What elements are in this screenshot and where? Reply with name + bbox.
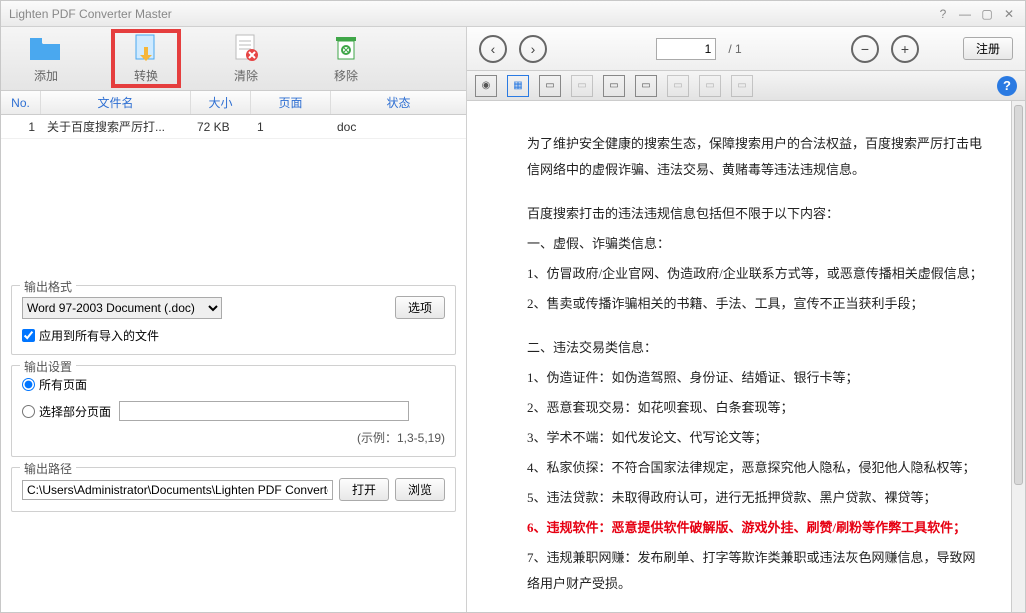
minimize-icon[interactable]: — xyxy=(957,7,973,21)
main-toolbar: 添加 转换 清除 移除 xyxy=(1,27,466,91)
help-icon[interactable]: ? xyxy=(935,7,951,21)
cell-size: 72 KB xyxy=(191,120,251,134)
preview-toolbar: ◉ ▦ ▭ ▭ ▭ ▭ ▭ ▭ ▭ ? xyxy=(467,71,1025,101)
help-button[interactable]: ? xyxy=(997,76,1017,96)
table-row[interactable]: 1 关于百度搜索严厉打... 72 KB 1 doc xyxy=(1,115,466,139)
document-preview[interactable]: 为了维护安全健康的搜索生态，保障搜索用户的合法权益，百度搜索严厉打击电信网络中的… xyxy=(467,101,1025,612)
view-mode-6-icon[interactable]: ▭ xyxy=(635,75,657,97)
output-path-box: 输出路径 打开 浏览 xyxy=(11,467,456,512)
folder-icon xyxy=(28,33,64,63)
path-input[interactable] xyxy=(22,480,333,500)
select-pages-radio[interactable]: 选择部分页面 xyxy=(22,401,445,421)
view-mode-4-icon[interactable]: ▭ xyxy=(571,75,593,97)
output-format-legend: 输出格式 xyxy=(20,278,76,295)
title-bar: Lighten PDF Converter Master ? — ▢ ✕ xyxy=(1,1,1025,27)
output-setting-legend: 输出设置 xyxy=(20,358,76,375)
col-name[interactable]: 文件名 xyxy=(41,91,191,114)
convert-button[interactable]: 转换 xyxy=(111,29,181,88)
view-mode-5-icon[interactable]: ▭ xyxy=(603,75,625,97)
page-number-input[interactable] xyxy=(656,38,716,60)
clear-icon xyxy=(228,33,264,63)
zoom-out-button[interactable]: − xyxy=(851,35,879,63)
convert-label: 转换 xyxy=(134,67,158,84)
browse-button[interactable]: 浏览 xyxy=(395,478,445,501)
left-panel: 添加 转换 清除 移除 No. 文件名 大小 页面 xyxy=(1,27,467,612)
cell-status: doc xyxy=(331,120,466,134)
add-label: 添加 xyxy=(34,67,58,84)
view-mode-9-icon[interactable]: ▭ xyxy=(731,75,753,97)
view-mode-7-icon[interactable]: ▭ xyxy=(667,75,689,97)
col-no[interactable]: No. xyxy=(1,91,41,114)
remove-button[interactable]: 移除 xyxy=(311,33,381,84)
preview-topbar: ‹ › / 1 − + 注册 xyxy=(467,27,1025,71)
col-size[interactable]: 大小 xyxy=(191,91,251,114)
file-grid-body: 1 关于百度搜索严厉打... 72 KB 1 doc xyxy=(1,115,466,275)
cell-page: 1 xyxy=(251,120,331,134)
window-title: Lighten PDF Converter Master xyxy=(9,7,929,21)
col-status[interactable]: 状态 xyxy=(331,91,466,114)
page-total-label: / 1 xyxy=(728,42,741,56)
preview-panel: ‹ › / 1 − + 注册 ◉ ▦ ▭ ▭ ▭ ▭ ▭ ▭ ▭ xyxy=(467,27,1025,612)
settings-area: 输出格式 Word 97-2003 Document (.doc) 选项 应用到… xyxy=(1,275,466,612)
apply-all-input[interactable] xyxy=(22,329,35,342)
remove-label: 移除 xyxy=(334,67,358,84)
apply-all-label: 应用到所有导入的文件 xyxy=(39,327,159,344)
view-mode-1-icon[interactable]: ◉ xyxy=(475,75,497,97)
options-button[interactable]: 选项 xyxy=(395,296,445,319)
example-label: (示例：1,3-5,19) xyxy=(22,429,445,446)
convert-icon xyxy=(128,33,164,63)
prev-page-button[interactable]: ‹ xyxy=(479,35,507,63)
file-grid-header: No. 文件名 大小 页面 状态 xyxy=(1,91,466,115)
output-format-select[interactable]: Word 97-2003 Document (.doc) xyxy=(22,297,222,319)
close-icon[interactable]: ✕ xyxy=(1001,7,1017,21)
trash-icon xyxy=(328,33,364,63)
apply-all-checkbox[interactable]: 应用到所有导入的文件 xyxy=(22,327,445,344)
view-mode-grid-icon[interactable]: ▦ xyxy=(507,75,529,97)
scrollbar-thumb[interactable] xyxy=(1014,105,1023,485)
view-mode-8-icon[interactable]: ▭ xyxy=(699,75,721,97)
col-page[interactable]: 页面 xyxy=(251,91,331,114)
output-format-box: 输出格式 Word 97-2003 Document (.doc) 选项 应用到… xyxy=(11,285,456,355)
clear-button[interactable]: 清除 xyxy=(211,33,281,84)
next-page-button[interactable]: › xyxy=(519,35,547,63)
add-button[interactable]: 添加 xyxy=(11,33,81,84)
open-button[interactable]: 打开 xyxy=(339,478,389,501)
document-text: 为了维护安全健康的搜索生态，保障搜索用户的合法权益，百度搜索严厉打击电信网络中的… xyxy=(527,131,985,612)
page-range-input[interactable] xyxy=(119,401,409,421)
zoom-in-button[interactable]: + xyxy=(891,35,919,63)
output-setting-box: 输出设置 所有页面 选择部分页面 (示例：1,3-5,19) xyxy=(11,365,456,457)
cell-no: 1 xyxy=(1,120,41,134)
app-window: Lighten PDF Converter Master ? — ▢ ✕ 添加 … xyxy=(0,0,1026,613)
clear-label: 清除 xyxy=(234,67,258,84)
register-button[interactable]: 注册 xyxy=(963,37,1013,60)
all-pages-radio[interactable]: 所有页面 xyxy=(22,376,445,393)
cell-name: 关于百度搜索严厉打... xyxy=(41,118,191,135)
vertical-scrollbar[interactable] xyxy=(1011,101,1025,612)
maximize-icon[interactable]: ▢ xyxy=(979,7,995,21)
output-path-legend: 输出路径 xyxy=(20,460,76,477)
view-mode-3-icon[interactable]: ▭ xyxy=(539,75,561,97)
